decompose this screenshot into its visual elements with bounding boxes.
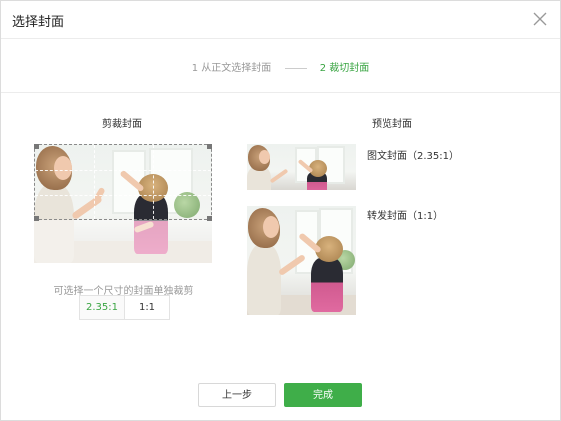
header-divider xyxy=(1,38,560,39)
preview-label-article-cover: 图文封面（2.35:1） xyxy=(367,151,459,162)
crop-handle-bottom-left[interactable] xyxy=(34,216,39,221)
ratio-option-1-1[interactable]: 1:1 xyxy=(124,296,169,319)
preview-section-title: 预览封面 xyxy=(372,119,412,130)
dialog-title: 选择封面 xyxy=(12,15,65,30)
crop-handle-top-right[interactable] xyxy=(207,144,212,149)
ratio-option-2-35-1[interactable]: 2.35:1 xyxy=(80,296,124,319)
step-1-label: 1 从正文选择封面 xyxy=(191,63,272,74)
step-2-label: 2 裁切封面 xyxy=(319,63,370,74)
ratio-toggle: 2.35:1 1:1 xyxy=(79,295,170,320)
step-indicator: 1 从正文选择封面 2 裁切封面 xyxy=(1,63,560,75)
preview-image-1-1 xyxy=(247,206,356,315)
step-separator xyxy=(284,67,307,69)
previous-step-button[interactable]: 上一步 xyxy=(198,383,276,407)
crop-selection-box[interactable] xyxy=(34,144,212,220)
cover-dialog: 选择封面 1 从正文选择封面 2 裁切封面 剪裁封面 可选择一个尺寸的封面单独裁… xyxy=(0,0,561,421)
crop-handle-bottom-right[interactable] xyxy=(207,216,212,221)
done-button[interactable]: 完成 xyxy=(284,383,362,407)
close-icon[interactable] xyxy=(532,11,548,27)
preview-label-share-cover: 转发封面（1:1） xyxy=(367,211,444,222)
crop-handle-top-left[interactable] xyxy=(34,144,39,149)
steps-divider xyxy=(1,92,560,93)
crop-section-title: 剪裁封面 xyxy=(102,119,142,130)
crop-image xyxy=(34,144,212,263)
preview-image-2-35-1 xyxy=(247,144,356,190)
